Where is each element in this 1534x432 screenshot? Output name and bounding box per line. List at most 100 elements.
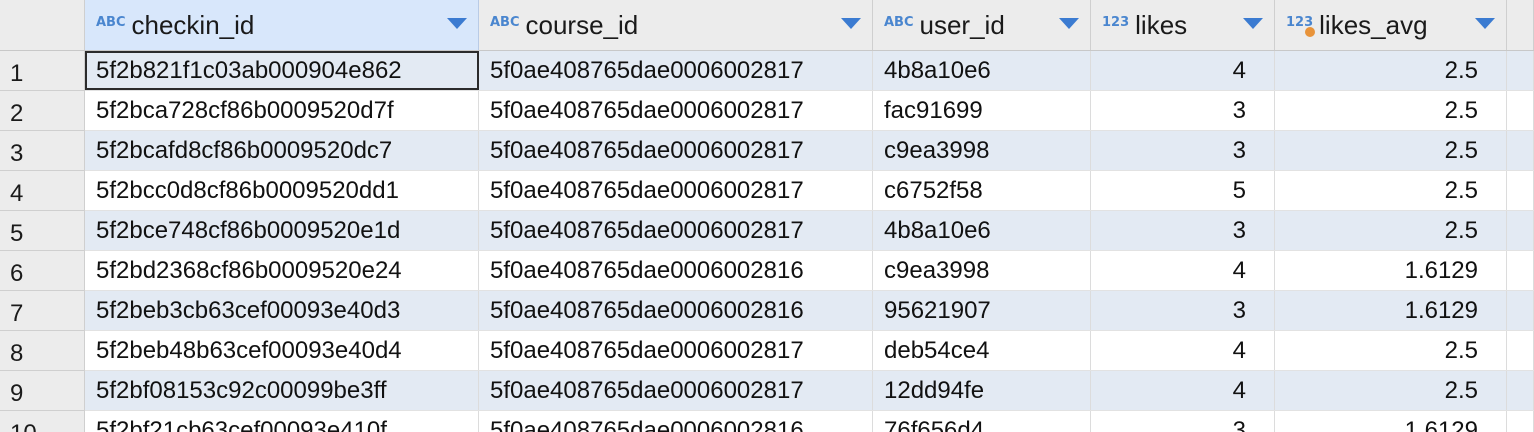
cell-likes-avg[interactable]: 2.5 (1275, 371, 1507, 410)
column-header-likes-avg[interactable]: 123 likes_avg (1275, 0, 1507, 50)
chevron-down-icon[interactable] (447, 18, 467, 29)
cell-course-id[interactable]: 5f0ae408765dae0006002817 (479, 211, 873, 250)
row-number[interactable]: 8 (0, 331, 85, 371)
cell-checkin-id[interactable]: 5f2bca728cf86b0009520d7f (85, 91, 479, 130)
row-filler (1507, 91, 1534, 130)
header-filler (1507, 0, 1534, 50)
cell-likes[interactable]: 4 (1091, 51, 1275, 90)
cell-likes-avg[interactable]: 2.5 (1275, 211, 1507, 250)
cell-course-id[interactable]: 5f0ae408765dae0006002817 (479, 91, 873, 130)
cell-course-id[interactable]: 5f0ae408765dae0006002816 (479, 291, 873, 330)
cell-likes-avg[interactable]: 2.5 (1275, 91, 1507, 130)
row-number[interactable]: 10 (0, 411, 85, 432)
row-number[interactable]: 9 (0, 371, 85, 411)
calculated-column-icon (1305, 27, 1315, 37)
column-header-course-id[interactable]: ABC course_id (479, 0, 873, 50)
row-filler (1507, 51, 1534, 90)
cell-checkin-id[interactable]: 5f2beb3cb63cef00093e40d3 (85, 291, 479, 330)
column-label: user_id (919, 9, 1005, 40)
cell-course-id[interactable]: 5f0ae408765dae0006002816 (479, 251, 873, 290)
table-row[interactable]: 6 5f2bd2368cf86b0009520e24 5f0ae408765dae0… (0, 251, 1534, 291)
cell-likes-avg[interactable]: 1.6129 (1275, 291, 1507, 330)
row-filler (1507, 211, 1534, 250)
cell-likes[interactable]: 3 (1091, 131, 1275, 170)
column-header-likes[interactable]: 123 likes (1091, 0, 1275, 50)
cell-checkin-id[interactable]: 5f2bce748cf86b0009520e1d (85, 211, 479, 250)
cell-likes[interactable]: 4 (1091, 251, 1275, 290)
cell-course-id[interactable]: 5f0ae408765dae0006002817 (479, 331, 873, 370)
chevron-down-icon[interactable] (1475, 18, 1495, 29)
table-row[interactable]: 105f2bf21cb63cef00093e410f5f0ae408765dae… (0, 411, 1534, 432)
cell-likes-avg[interactable]: 1.6129 (1275, 251, 1507, 290)
table-row[interactable]: 9 5f2bf08153c92c00099be3ff 5f0ae408765dae0… (0, 371, 1534, 411)
cell-checkin-id[interactable]: 5f2bcafd8cf86b0009520dc7 (85, 131, 479, 170)
chevron-down-icon[interactable] (841, 18, 861, 29)
chevron-down-icon[interactable] (1243, 18, 1263, 29)
row-number[interactable]: 7 (0, 291, 85, 331)
cell-likes[interactable]: 3 (1091, 291, 1275, 330)
row-filler (1507, 251, 1534, 290)
cell-likes[interactable]: 4 (1091, 331, 1275, 370)
cell-likes[interactable]: 4 (1091, 371, 1275, 410)
row-filler (1507, 291, 1534, 330)
cell-user-id[interactable]: c9ea3998 (873, 131, 1091, 170)
table-row[interactable]: 2 5f2bca728cf86b0009520d7f 5f0ae408765dae0… (0, 91, 1534, 131)
chevron-down-icon[interactable] (1059, 18, 1079, 29)
cell-user-id[interactable]: 12dd94fe (873, 371, 1091, 410)
cell-user-id[interactable]: deb54ce4 (873, 331, 1091, 370)
cell-likes-avg[interactable]: 1.6129 (1275, 411, 1507, 432)
cell-likes-avg[interactable]: 2.5 (1275, 331, 1507, 370)
cell-likes[interactable]: 5 (1091, 171, 1275, 210)
row-number-corner[interactable] (0, 0, 85, 50)
row-number[interactable]: 4 (0, 171, 85, 211)
cell-user-id[interactable]: 76f656d4 (873, 411, 1091, 432)
cell-checkin-id[interactable]: 5f2bd2368cf86b0009520e24 (85, 251, 479, 290)
table-row[interactable]: 7 5f2beb3cb63cef00093e40d3 5f0ae408765dae0… (0, 291, 1534, 331)
cell-user-id[interactable]: fac91699 (873, 91, 1091, 130)
row-number[interactable]: 1 (0, 51, 85, 91)
column-label: likes (1135, 9, 1188, 40)
cell-course-id[interactable]: 5f0ae408765dae0006002817 (479, 51, 873, 90)
cell-user-id[interactable]: 4b8a10e6 (873, 211, 1091, 250)
text-type-icon: ABC (884, 14, 914, 30)
table-row[interactable]: 5 5f2bce748cf86b0009520e1d 5f0ae408765dae0… (0, 211, 1534, 251)
cell-user-id[interactable]: 95621907 (873, 291, 1091, 330)
row-number[interactable]: 3 (0, 131, 85, 171)
table-row[interactable]: 3 5f2bcafd8cf86b0009520dc7 5f0ae408765dae0… (0, 131, 1534, 171)
cell-likes[interactable]: 3 (1091, 91, 1275, 130)
cell-likes[interactable]: 3 (1091, 411, 1275, 432)
cell-course-id[interactable]: 5f0ae408765dae0006002817 (479, 171, 873, 210)
cell-likes-avg[interactable]: 2.5 (1275, 171, 1507, 210)
cell-checkin-id[interactable]: 5f2beb48b63cef00093e40d4 (85, 331, 479, 370)
cell-likes[interactable]: 3 (1091, 211, 1275, 250)
cell-course-id[interactable]: 5f0ae408765dae0006002817 (479, 131, 873, 170)
number-type-icon: 123 (1102, 14, 1130, 30)
cell-user-id[interactable]: c9ea3998 (873, 251, 1091, 290)
table-row[interactable]: 4 5f2bcc0d8cf86b0009520dd1 5f0ae408765dae0… (0, 171, 1534, 211)
column-header-checkin-id[interactable]: ABC checkin_id (85, 0, 479, 50)
row-filler (1507, 411, 1534, 432)
row-filler (1507, 171, 1534, 210)
cell-likes-avg[interactable]: 2.5 (1275, 51, 1507, 90)
row-number[interactable]: 2 (0, 91, 85, 131)
table-row[interactable]: 1 5f2b821f1c03ab000904e862 5f0ae408765dae0… (0, 51, 1534, 91)
table-row[interactable]: 8 5f2beb48b63cef00093e40d4 5f0ae408765dae0… (0, 331, 1534, 371)
cell-course-id[interactable]: 5f0ae408765dae0006002816 (479, 411, 873, 432)
table-body: 1 5f2b821f1c03ab000904e862 5f0ae408765dae0… (0, 51, 1534, 432)
cell-checkin-id[interactable]: 5f2bf08153c92c00099be3ff (85, 371, 479, 410)
row-number[interactable]: 5 (0, 211, 85, 251)
cell-checkin-id[interactable]: 5f2bcc0d8cf86b0009520dd1 (85, 171, 479, 210)
cell-checkin-id[interactable]: 5f2b821f1c03ab000904e862 (85, 51, 479, 90)
cell-likes-avg[interactable]: 2.5 (1275, 131, 1507, 170)
cell-user-id[interactable]: c6752f58 (873, 171, 1091, 210)
column-label: checkin_id (131, 9, 255, 40)
column-header-user-id[interactable]: ABC user_id (873, 0, 1091, 50)
cell-user-id[interactable]: 4b8a10e6 (873, 51, 1091, 90)
results-grid: ABC checkin_id ABC course_id ABC user_id… (0, 0, 1534, 432)
column-header-row: ABC checkin_id ABC course_id ABC user_id… (0, 0, 1534, 51)
cell-course-id[interactable]: 5f0ae408765dae0006002817 (479, 371, 873, 410)
text-type-icon: ABC (96, 14, 126, 30)
row-number[interactable]: 6 (0, 251, 85, 291)
row-filler (1507, 371, 1534, 410)
cell-checkin-id[interactable]: 5f2bf21cb63cef00093e410f (85, 411, 479, 432)
